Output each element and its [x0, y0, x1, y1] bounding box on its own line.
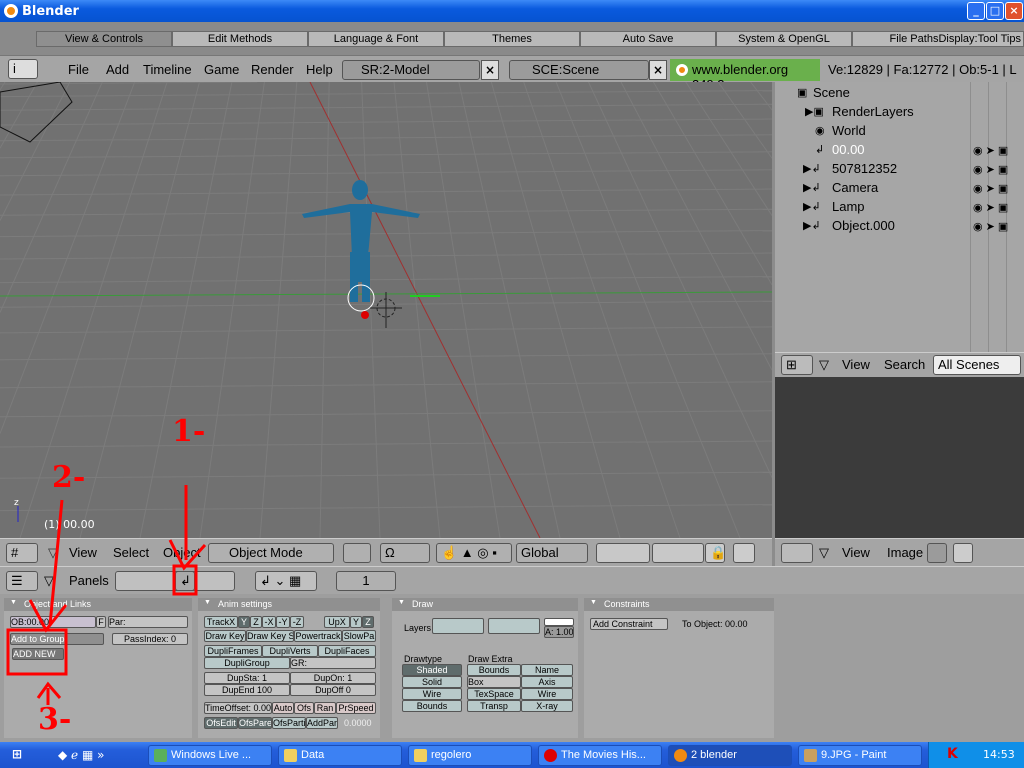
taskbar-item-windows-live[interactable]: Windows Live ...	[148, 745, 272, 766]
taskbar-item-blender[interactable]: 2 blender	[668, 745, 792, 766]
annotation-box-3	[6, 628, 68, 676]
taskbar-item-opera[interactable]: The Movies His...	[538, 745, 662, 766]
quicklaunch-icons[interactable]: ◆ ℯ ▦ »	[58, 748, 104, 762]
kaspersky-icon[interactable]: K	[947, 746, 958, 762]
annotation-label-2: 2-	[52, 460, 86, 495]
annotation-arrow-2	[28, 499, 68, 633]
annotation-arrow-1	[168, 485, 207, 571]
task-label: Windows Live ...	[171, 749, 252, 761]
annotation-box-1	[172, 564, 198, 596]
task-label: The Movies His...	[561, 749, 646, 761]
annotation-label-3: 3-	[38, 702, 72, 737]
red-annotations	[6, 485, 207, 705]
task-label: regolero	[431, 749, 472, 761]
task-label: 9.JPG - Paint	[821, 749, 887, 761]
windows-taskbar: ⊞ ◆ ℯ ▦ » Windows Live ... Data regolero…	[0, 742, 1024, 768]
task-label: Data	[301, 749, 325, 761]
taskbar-item-regolero[interactable]: regolero	[408, 745, 532, 766]
taskbar-item-paint[interactable]: 9.JPG - Paint	[798, 745, 922, 766]
task-label: 2 blender	[691, 749, 737, 761]
start-button-windows-icon[interactable]: ⊞	[12, 747, 30, 763]
taskbar-item-data[interactable]: Data	[278, 745, 402, 766]
annotation-label-1: 1-	[172, 414, 206, 449]
system-tray: K 14:53	[928, 742, 1024, 768]
clock: 14:53	[983, 748, 1015, 761]
